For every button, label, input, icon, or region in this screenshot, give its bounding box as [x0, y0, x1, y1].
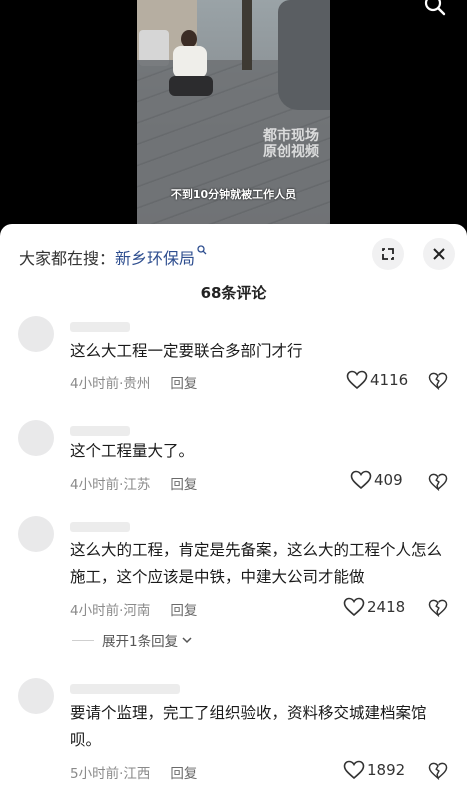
heart-icon	[343, 760, 365, 780]
username[interactable]	[70, 426, 130, 436]
reply-button[interactable]: 回复	[170, 477, 197, 493]
like-count: 2418	[367, 598, 406, 616]
reply-button[interactable]: 回复	[170, 603, 197, 619]
heart-icon	[350, 470, 372, 490]
comment-location: 江苏	[123, 477, 151, 493]
avatar[interactable]	[18, 516, 54, 552]
like-button[interactable]: 1892	[343, 760, 405, 780]
like-count: 409	[374, 471, 403, 489]
search-icon	[197, 245, 207, 255]
dislike-icon[interactable]	[428, 599, 448, 617]
reply-button[interactable]: 回复	[170, 376, 197, 392]
dislike-icon[interactable]	[428, 762, 448, 780]
person-squatting	[169, 30, 215, 102]
divider	[72, 639, 94, 641]
like-count: 4116	[370, 371, 409, 389]
video-watermark: 都市现场 原创视频	[263, 128, 319, 160]
comment-time: 4小时前	[70, 603, 120, 619]
dislike-icon[interactable]	[428, 372, 448, 390]
comment-location: 江西	[123, 766, 151, 782]
comment-meta: 4小时前·河南 回复	[70, 603, 198, 619]
hot-search-prefix: 大家都在搜：	[19, 249, 116, 268]
comment-sheet: 大家都在搜：新乡环保局 68条评论 这么大工程一定要联合多部门才行 4小时前·贵…	[0, 224, 467, 800]
comment-text: 这个工程量大了。	[70, 442, 195, 460]
close-button[interactable]	[423, 238, 455, 270]
chevron-down-icon	[182, 637, 192, 644]
comment-location: 河南	[123, 603, 151, 619]
avatar[interactable]	[18, 316, 54, 352]
username[interactable]	[70, 522, 130, 532]
expand-replies-label: 展开1条回复	[102, 634, 179, 650]
comment-meta: 5小时前·江西 回复	[70, 766, 198, 782]
comment-text: 要请个监理，完工了组织验收，资料移交城建档案馆呗。	[70, 704, 427, 749]
dislike-icon[interactable]	[428, 473, 448, 491]
video-player[interactable]: 都市现场 原创视频 不到10分钟就被工作人员	[0, 0, 467, 232]
parked-car	[278, 0, 330, 110]
comment-text: 这么大工程一定要联合多部门才行	[70, 342, 303, 360]
avatar[interactable]	[18, 678, 54, 714]
reply-button[interactable]: 回复	[170, 766, 197, 782]
comment-time: 4小时前	[70, 477, 120, 493]
hot-search-bar[interactable]: 大家都在搜：新乡环保局	[19, 245, 207, 269]
like-button[interactable]: 409	[350, 470, 403, 490]
expand-icon	[382, 248, 394, 260]
like-button[interactable]: 2418	[343, 597, 405, 617]
username[interactable]	[70, 684, 180, 694]
heart-icon	[346, 370, 368, 390]
comment-text: 这么大的工程，肯定是先备案，这么大的工程个人怎么施工，这个应该是中铁，中建大公司…	[70, 541, 443, 586]
expand-replies-button[interactable]: 展开1条回复	[72, 630, 193, 650]
avatar[interactable]	[18, 420, 54, 456]
video-subtitle: 不到10分钟就被工作人员	[170, 188, 297, 201]
fullscreen-button[interactable]	[372, 238, 404, 270]
video-frame: 都市现场 原创视频 不到10分钟就被工作人员	[137, 0, 330, 228]
comment-meta: 4小时前·江苏 回复	[70, 477, 198, 493]
tree-trunk	[242, 0, 252, 70]
like-count: 1892	[367, 761, 406, 779]
close-icon	[433, 248, 445, 260]
heart-icon	[343, 597, 365, 617]
comment-location: 贵州	[123, 376, 151, 392]
comment-time: 4小时前	[70, 376, 120, 392]
search-icon[interactable]	[424, 0, 446, 16]
like-button[interactable]: 4116	[346, 370, 408, 390]
hot-search-query[interactable]: 新乡环保局	[115, 249, 195, 268]
comment-time: 5小时前	[70, 766, 120, 782]
username[interactable]	[70, 322, 130, 332]
comment-meta: 4小时前·贵州 回复	[70, 376, 198, 392]
comment-count: 68条评论	[200, 284, 267, 302]
